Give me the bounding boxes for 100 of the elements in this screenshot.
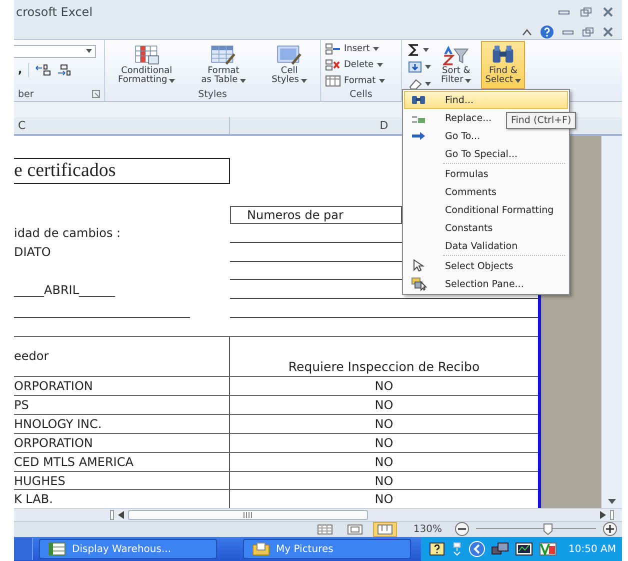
spreadsheet-icon (48, 542, 66, 556)
page-layout-icon (347, 524, 364, 535)
menu-item[interactable]: Constants (404, 219, 568, 237)
delete-cells-icon (325, 59, 341, 72)
group-label: ber (18, 88, 34, 100)
menu-item[interactable]: Go To Special... (404, 145, 568, 163)
ribbon-button[interactable]: Delete (325, 58, 401, 72)
caret-icon (423, 48, 429, 52)
table-cell-text: NO (374, 454, 394, 471)
binoculars-icon (411, 93, 427, 107)
group-label: Styles (198, 88, 227, 100)
scroll-right-icon[interactable] (600, 511, 606, 519)
caret-icon (372, 47, 379, 52)
pointer-icon (411, 259, 427, 273)
table-brush-icon (210, 44, 236, 66)
expand-tray-icon[interactable] (468, 541, 485, 557)
close-icon[interactable] (602, 26, 614, 37)
table-cell: HNOLOGY INC. (14, 415, 230, 433)
table-cell: CED MTLS AMERICA (14, 452, 230, 471)
grip-icon (243, 512, 253, 518)
page-break-icon (377, 524, 394, 535)
caret-icon (169, 79, 176, 84)
dialog-launcher-icon[interactable] (92, 90, 100, 98)
collapse-icon[interactable] (522, 28, 532, 36)
menu-item[interactable]: Data Validation (404, 237, 568, 255)
format-cells-icon (325, 75, 341, 88)
view-button[interactable] (373, 522, 398, 537)
column-heading: Requiere Inspeccion de Recibo (287, 358, 481, 376)
table-cell: DIATO (14, 245, 51, 260)
table-cell: ORPORATION (14, 434, 230, 452)
table-cell: idad de cambios : (14, 226, 121, 240)
ribbon-button[interactable]: Sort & Filter (437, 40, 476, 89)
window-title: crosoft Excel (15, 5, 93, 20)
clear-button[interactable] (408, 76, 431, 91)
ribbon-button[interactable]: Cell Styles (270, 44, 309, 88)
menu-item[interactable]: Formulas (404, 165, 568, 183)
autosum-button[interactable] (408, 42, 431, 57)
zoom-out-icon[interactable] (454, 522, 470, 536)
menu-item[interactable]: Find... (404, 91, 568, 109)
zoom-in-icon[interactable] (602, 522, 618, 536)
caret-icon (425, 64, 431, 69)
ribbon-button[interactable]: Format (325, 74, 401, 88)
slider-thumb[interactable] (543, 523, 553, 536)
table-cell: _____ABRIL______ (14, 282, 116, 297)
ribbon-button[interactable]: Insert (325, 42, 401, 56)
folder-icon (252, 542, 270, 556)
menu-item[interactable]: Conditional Formatting (404, 201, 568, 219)
start-button[interactable] (14, 538, 33, 560)
vertical-scrollbar[interactable] (601, 136, 622, 508)
ribbon-button[interactable]: Conditional Formatting (116, 44, 178, 88)
arrow-icon (411, 129, 427, 143)
scroll-down-icon[interactable] (608, 499, 616, 504)
fill-down-icon (408, 60, 422, 73)
scroll-left-icon[interactable] (118, 511, 124, 519)
conditional-formatting-icon (134, 44, 160, 66)
table-cell-text: NO (374, 378, 394, 396)
table-cell: Numeros de par (230, 206, 402, 224)
decrease-decimal-icon[interactable] (57, 64, 74, 76)
table-cell: ORPORATION (14, 377, 230, 396)
normal-view-icon (317, 524, 334, 535)
group-label: Cells (350, 88, 372, 100)
caret-icon (240, 79, 246, 84)
split-handle[interactable] (610, 510, 614, 520)
tooltip: Find (Ctrl+F) (506, 112, 576, 129)
sigma-icon (408, 44, 420, 56)
caret-icon (425, 82, 431, 86)
caret-icon (376, 63, 383, 68)
restore-icon[interactable] (582, 26, 594, 37)
menu-item[interactable]: Selection Pane... (404, 275, 568, 293)
table-cell: PS (14, 396, 230, 414)
table-cell-text: NO (374, 472, 394, 490)
zoom-level[interactable]: 130% (403, 524, 448, 535)
monitor-app-icon[interactable] (514, 542, 533, 556)
caret-icon (300, 79, 307, 84)
menu-item[interactable]: Comments (404, 183, 568, 201)
taskbar-button[interactable]: My Pictures (243, 539, 411, 559)
menu-item[interactable]: Select Objects (404, 257, 568, 275)
column-header[interactable]: C (14, 117, 230, 134)
ribbon-button[interactable]: Find & Select (481, 40, 526, 89)
insert-cells-icon (325, 43, 341, 56)
cell-styles-icon (276, 44, 302, 66)
help-icon[interactable] (428, 542, 445, 556)
fill-button[interactable] (408, 60, 431, 74)
column-heading: eedor (14, 336, 230, 376)
computers-icon[interactable] (490, 542, 509, 556)
close-icon[interactable] (602, 7, 614, 18)
table-cell-text: NO (374, 416, 394, 433)
table-cell-text: NO (374, 491, 394, 508)
scroll-thumb[interactable] (128, 510, 368, 520)
ribbon-button[interactable]: Format as Table (199, 44, 248, 88)
comma-style-button[interactable]: , (18, 63, 22, 76)
taskbar-button[interactable]: Display Warehous... (39, 539, 217, 559)
increase-decimal-icon[interactable] (35, 64, 52, 76)
caret-icon (378, 79, 385, 84)
selection-pane-icon (411, 277, 427, 291)
table-cell-text: NO (374, 434, 394, 452)
table-cell-text: NO (374, 397, 394, 414)
split-handle[interactable] (110, 510, 114, 520)
caret-icon (86, 49, 92, 54)
restore-icon[interactable] (580, 7, 592, 18)
